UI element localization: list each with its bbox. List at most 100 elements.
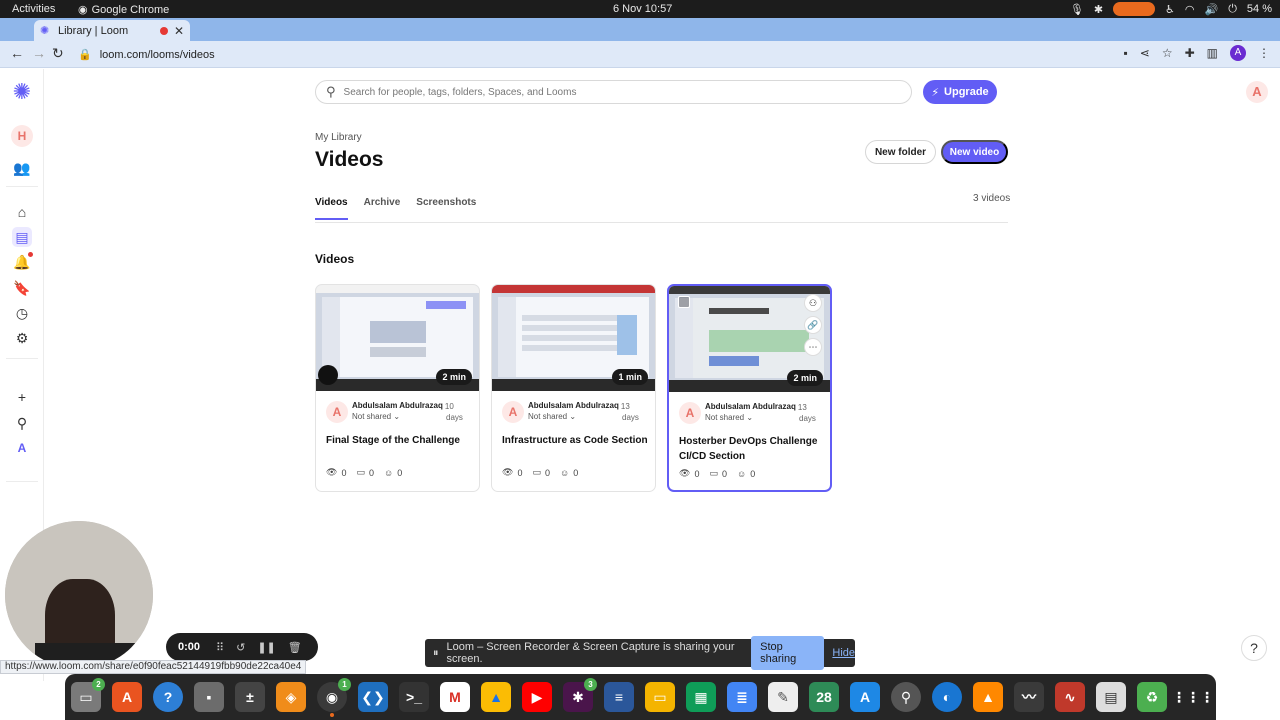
new-folder-button[interactable]: New folder — [865, 140, 936, 164]
stop-sharing-button[interactable]: Stop sharing — [751, 636, 825, 670]
pause-icon[interactable]: ❚❚ — [257, 641, 275, 654]
google-docs-icon[interactable]: ≣ — [727, 682, 757, 712]
video-card[interactable]: ⚇ 🔗 ⋯ 2 min A Abdulsalam Abdulrazaq · 13… — [667, 284, 832, 492]
sheets-icon[interactable]: ▦ — [686, 682, 716, 712]
author-name[interactable]: Abdulsalam Abdulrazaq — [352, 401, 443, 410]
show-apps-icon[interactable]: ⋮⋮⋮ — [1172, 682, 1214, 712]
calendar-icon[interactable]: 28 — [809, 682, 839, 712]
remmina-icon[interactable]: ◐ — [932, 682, 962, 712]
video-title[interactable]: Hosterber DevOps Challenge CI/CD Section — [679, 434, 829, 464]
loom-logo-icon[interactable]: ✺ — [12, 79, 32, 104]
breadcrumb[interactable]: My Library — [315, 132, 362, 143]
tab-screenshots[interactable]: Screenshots — [416, 197, 476, 220]
text-editor-icon[interactable]: ✎ — [768, 682, 798, 712]
forward-icon[interactable]: → — [32, 45, 46, 61]
sharing-status-dropdown[interactable]: Not shared ⌄ — [705, 413, 753, 422]
library-icon[interactable]: ▤ — [12, 227, 32, 247]
screenshot-tool-icon[interactable]: ▤ — [1096, 682, 1126, 712]
search-input[interactable] — [343, 86, 884, 98]
webcam-bubble[interactable] — [5, 521, 153, 669]
video-age: · 13 days — [793, 403, 816, 423]
stats-app-icon[interactable]: ∿ — [1055, 682, 1085, 712]
restart-icon[interactable]: ↺ — [236, 641, 245, 654]
add-icon[interactable]: + — [12, 387, 32, 407]
calculator-icon[interactable]: ± — [235, 682, 265, 712]
activities-button[interactable]: Activities — [12, 3, 55, 15]
accessibility-app-icon[interactable]: ⚲ — [891, 682, 921, 712]
screen-share-indicator[interactable] — [1113, 2, 1156, 16]
drive-icon[interactable]: ▲ — [481, 682, 511, 712]
video-card[interactable]: 1 min A Abdulsalam Abdulrazaq · 13 days N… — [491, 284, 656, 492]
address-bar[interactable]: 🔒 loom.com/looms/videos — [70, 44, 1140, 65]
home-icon[interactable]: ⌂ — [12, 202, 32, 222]
chrome-app-icon[interactable]: ◉ 1 — [317, 678, 351, 717]
video-thumbnail[interactable]: 2 min — [316, 285, 479, 391]
youtube-icon[interactable]: ▶ — [522, 682, 552, 712]
author-name[interactable]: Abdulsalam Abdulrazaq — [705, 402, 796, 411]
side-panel-icon[interactable]: ▥ — [1207, 46, 1218, 60]
software-center-icon[interactable]: A — [112, 682, 142, 712]
sidebar-user-avatar[interactable]: A — [12, 438, 32, 458]
back-icon[interactable]: ← — [10, 45, 24, 61]
video-title[interactable]: Infrastructure as Code Section — [502, 433, 652, 448]
gmail-icon[interactable]: M — [440, 682, 470, 712]
more-options-icon[interactable]: ⋯ — [804, 338, 822, 356]
slides-icon[interactable]: ▭ — [645, 682, 675, 712]
vscode-icon[interactable]: ❮❯ — [358, 682, 388, 712]
share-icon[interactable]: ⋖ — [1140, 46, 1150, 60]
search-icon[interactable]: ⚲ — [12, 413, 32, 433]
clock[interactable]: 6 Nov 10:57 — [613, 3, 672, 15]
close-tab-icon[interactable]: ✕ — [174, 24, 184, 38]
upgrade-button[interactable]: ⚡ Upgrade — [923, 80, 997, 104]
vlc-icon[interactable]: ▲ — [973, 682, 1003, 712]
settings-gear-icon[interactable]: ⚙ — [12, 328, 32, 348]
files-app-icon[interactable]: ▭ 2 — [71, 678, 105, 712]
author-name[interactable]: Abdulsalam Abdulrazaq — [528, 401, 619, 410]
os-topbar: Activities ◉ Google Chrome 6 Nov 10:57 🎙 … — [0, 0, 1280, 18]
profile-avatar[interactable]: A — [1230, 45, 1246, 61]
terminal-icon[interactable]: >_ — [399, 682, 429, 712]
help-button[interactable]: ? — [1241, 635, 1267, 661]
members-icon[interactable]: 👥 — [12, 158, 32, 178]
author-avatar: A — [502, 401, 524, 423]
history-icon[interactable]: ◷ — [12, 303, 32, 323]
system-monitor-icon[interactable]: 〰 — [1014, 682, 1044, 712]
user-avatar[interactable]: A — [1246, 81, 1268, 103]
video-thumbnail[interactable]: 1 min — [492, 285, 655, 391]
select-checkbox[interactable] — [678, 296, 690, 308]
sharing-status-dropdown[interactable]: Not shared ⌄ — [352, 412, 400, 421]
slack-icon[interactable]: ✱ 3 — [563, 678, 597, 712]
hide-link[interactable]: Hide — [832, 647, 855, 659]
notifications-icon[interactable]: 🔔 — [12, 252, 33, 272]
browser-tab-library[interactable]: ✺ Library | Loom ✕ — [34, 20, 190, 41]
tab-videos[interactable]: Videos — [315, 197, 348, 220]
search-bar[interactable]: ⚲ — [315, 80, 912, 104]
extensions-icon[interactable]: ✚ — [1185, 46, 1195, 60]
drag-handle-icon[interactable]: ⠿ — [216, 641, 224, 654]
system-tray[interactable]: 🎙 ✱ ♿ ◠ 🔊 ⏻ 54 % — [1070, 2, 1272, 16]
camera-icon[interactable]: ▪ — [1124, 46, 1128, 60]
bookmark-icon[interactable]: 🔖 — [12, 278, 32, 298]
copy-link-icon[interactable]: 🔗 — [804, 316, 822, 334]
app-store-icon[interactable]: A — [850, 682, 880, 712]
docs-editor-icon[interactable]: ≡ — [604, 682, 634, 712]
workspace-avatar[interactable]: H — [11, 125, 33, 147]
add-to-space-icon[interactable]: ⚇ — [804, 294, 822, 312]
trash-icon[interactable]: ♻ — [1137, 682, 1167, 712]
video-thumbnail[interactable]: ⚇ 🔗 ⋯ 2 min — [669, 286, 830, 392]
new-video-button[interactable]: New video — [941, 140, 1008, 164]
video-title[interactable]: Final Stage of the Challenge — [326, 433, 476, 448]
video-card[interactable]: 2 min A Abdulsalam Abdulrazaq · 10 days N… — [315, 284, 480, 492]
menu-icon[interactable]: ⋮ — [1258, 46, 1270, 60]
disk-icon[interactable]: ▪ — [194, 682, 224, 712]
sharing-status-dropdown[interactable]: Not shared ⌄ — [528, 412, 576, 421]
video-age: · 13 days — [616, 402, 639, 422]
delete-icon[interactable]: 🗑 — [288, 641, 302, 654]
tab-archive[interactable]: Archive — [364, 197, 401, 220]
comments-icon: ▭ — [356, 467, 365, 477]
bookmark-star-icon[interactable]: ☆ — [1162, 46, 1173, 60]
draw-app-icon[interactable]: ◈ — [276, 682, 306, 712]
app-menu[interactable]: ◉ Google Chrome — [78, 3, 169, 17]
reload-icon[interactable]: ↻ — [52, 45, 64, 62]
help-app-icon[interactable]: ? — [153, 682, 183, 712]
